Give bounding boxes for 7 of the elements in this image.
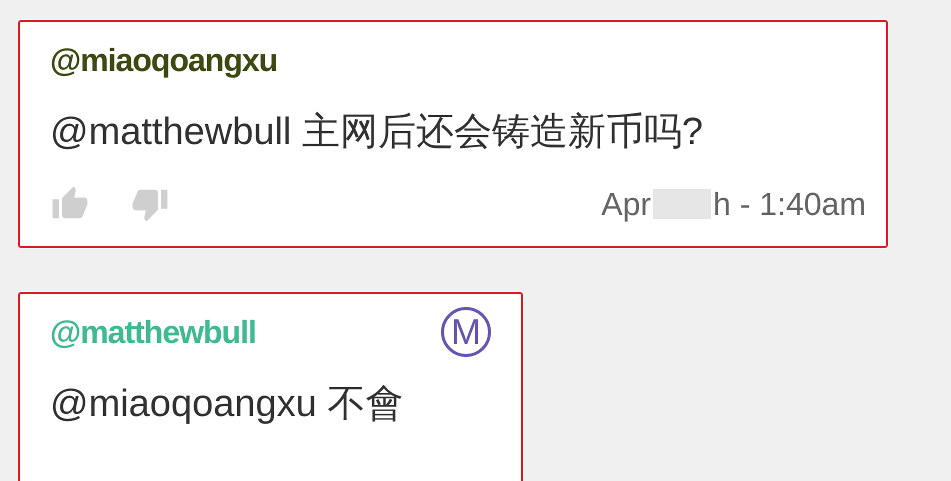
comment-text: @miaoqoangxu 不會 bbox=[50, 382, 404, 427]
comment-author[interactable]: @miaoqoangxu bbox=[50, 42, 278, 78]
comment-time: h - 1:40am bbox=[713, 186, 866, 222]
comment-text: @matthewbull 主网后还会铸造新币吗? bbox=[50, 110, 704, 155]
moderator-badge: M bbox=[441, 307, 491, 357]
comment-date: Apr bbox=[601, 186, 652, 222]
blurred-patch bbox=[653, 189, 712, 219]
